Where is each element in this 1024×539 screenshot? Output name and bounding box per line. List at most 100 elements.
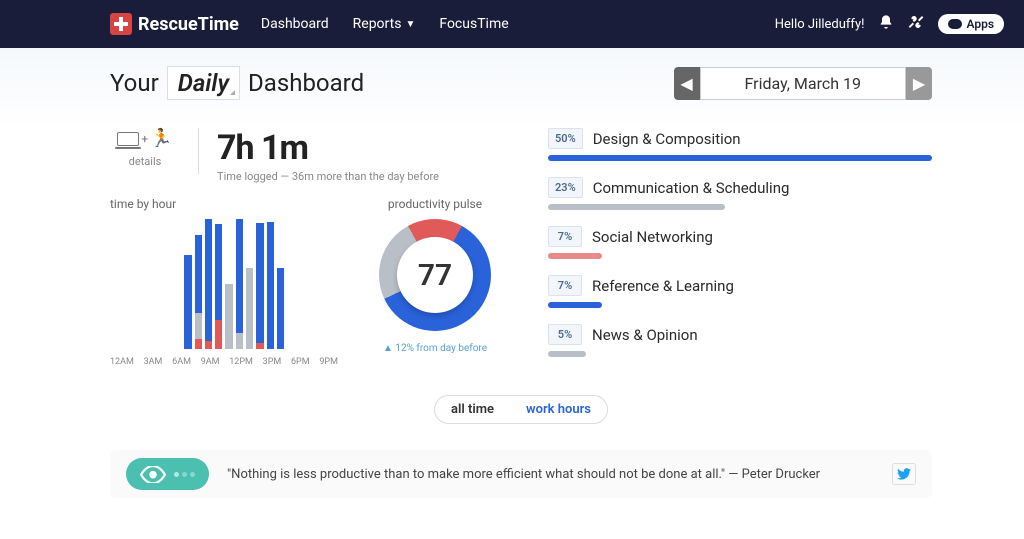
bar-segment-productive	[267, 222, 274, 349]
spotlight-pill[interactable]	[126, 458, 209, 490]
hour-bar[interactable]	[205, 219, 212, 349]
category-row[interactable]: 7%Social Networking	[548, 226, 932, 259]
hour-tick: 12AM	[110, 357, 134, 367]
bar-segment-productive	[205, 219, 212, 341]
date-next-button[interactable]: ▶	[906, 67, 932, 100]
hour-bar[interactable]	[122, 219, 129, 349]
hour-bar[interactable]	[329, 219, 336, 349]
brand-name: RescueTime	[138, 14, 239, 35]
date-label[interactable]: Friday, March 19	[700, 67, 907, 100]
apps-button[interactable]: Apps	[938, 14, 1004, 34]
date-prev-button[interactable]: ◀	[674, 67, 700, 100]
hour-bar[interactable]	[256, 219, 263, 349]
bar-segment-neutral	[195, 313, 202, 339]
bar-segment-distracting	[215, 320, 222, 349]
total-time: 7h 1m	[217, 128, 439, 168]
category-row[interactable]: 23% Communication & Scheduling	[548, 177, 932, 210]
hour-bar[interactable]	[133, 219, 140, 349]
bar-segment-neutral	[225, 284, 232, 349]
hour-bar[interactable]	[236, 219, 243, 349]
tools-icon[interactable]	[908, 14, 924, 34]
laptop-icon	[117, 132, 139, 146]
category-list: 50%Design & Composition 23% Communication …	[548, 128, 932, 373]
hour-bar[interactable]	[318, 219, 325, 349]
summary-row: + 🏃 details 7h 1m Time logged — 36m more…	[110, 128, 510, 183]
toggle-all-time[interactable]: all time	[435, 396, 510, 423]
bar-segment-productive	[256, 223, 263, 343]
bar-segment-neutral	[236, 333, 243, 349]
content: + 🏃 details 7h 1m Time logged — 36m more…	[110, 128, 932, 373]
hour-bar[interactable]	[215, 219, 222, 349]
left-column: + 🏃 details 7h 1m Time logged — 36m more…	[110, 128, 510, 373]
caret-down-icon: ▼	[405, 19, 415, 30]
time-logged: 7h 1m Time logged — 36m more than the da…	[217, 128, 439, 183]
quote-row: "Nothing is less productive than to make…	[110, 450, 932, 498]
runner-icon: 🏃	[150, 128, 172, 149]
category-bar	[548, 302, 602, 308]
hour-tick: 3AM	[144, 357, 163, 367]
logo-cross-icon	[110, 13, 132, 35]
nav-focustime[interactable]: FocusTime	[439, 16, 508, 32]
pulse-score: 77	[397, 237, 473, 313]
category-bar	[548, 253, 602, 259]
divider	[198, 128, 199, 174]
main-wrap: Your Daily Dashboard ◀ Friday, March 19 …	[0, 48, 1024, 498]
bar-segment-distracting	[256, 343, 263, 350]
hour-bar[interactable]	[246, 219, 253, 349]
category-percent: 7%	[548, 275, 582, 296]
hour-bar[interactable]	[174, 219, 181, 349]
bar-segment-productive	[184, 255, 191, 349]
pulse-delta-text: 12% from day before	[395, 343, 487, 354]
plus-icon: +	[141, 132, 148, 146]
hour-bar[interactable]	[287, 219, 294, 349]
hour-bar[interactable]	[277, 219, 284, 349]
hour-axis: 12AM3AM6AM9AM12PM3PM6PM9PM	[110, 357, 338, 367]
category-row[interactable]: 5%News & Opinion	[548, 324, 932, 357]
hour-bar[interactable]	[308, 219, 315, 349]
hour-bar[interactable]	[267, 219, 274, 349]
date-picker: ◀ Friday, March 19 ▶	[674, 67, 933, 100]
category-percent: 5%	[548, 324, 582, 345]
hour-bar[interactable]	[184, 219, 191, 349]
hour-bar[interactable]	[195, 219, 202, 349]
category-bar	[548, 204, 725, 210]
pulse-label: productivity pulse	[360, 197, 510, 211]
hour-bar[interactable]	[112, 219, 119, 349]
hour-bar[interactable]	[298, 219, 305, 349]
title-row: Your Daily Dashboard ◀ Friday, March 19 …	[110, 66, 932, 100]
category-row[interactable]: 7%Reference & Learning	[548, 275, 932, 308]
tweet-button[interactable]	[892, 463, 916, 485]
top-nav: RescueTime Dashboard Reports ▼ FocusTime…	[0, 0, 1024, 48]
bell-icon[interactable]	[878, 14, 894, 34]
time-subtext: Time logged — 36m more than the day befo…	[217, 170, 439, 183]
bar-segment-productive	[195, 235, 202, 313]
category-percent: 50%	[548, 128, 583, 149]
arrow-up-icon: ▲	[383, 343, 393, 354]
hour-tick: 9AM	[201, 357, 220, 367]
hour-tick: 9PM	[319, 357, 338, 367]
hour-bar[interactable]	[164, 219, 171, 349]
time-filter-toggle: all time work hours	[110, 395, 932, 424]
productivity-pulse: productivity pulse 77 ▲ 12% from day bef…	[360, 197, 510, 367]
hour-bar[interactable]	[143, 219, 150, 349]
category-row[interactable]: 50%Design & Composition	[548, 128, 932, 161]
nav-reports[interactable]: Reports ▼	[353, 16, 416, 32]
title-dashboard: Dashboard	[248, 69, 364, 97]
toggle-work-hours[interactable]: work hours	[510, 396, 607, 423]
details-label: details	[110, 155, 180, 168]
hour-bar[interactable]	[225, 219, 232, 349]
brand[interactable]: RescueTime	[110, 13, 239, 35]
category-name: Communication & Scheduling	[593, 179, 790, 197]
category-percent: 23%	[548, 177, 583, 198]
page-title: Your Daily Dashboard	[110, 66, 364, 100]
hour-bar[interactable]	[153, 219, 160, 349]
bar-segment-productive	[236, 219, 243, 333]
bar-segment-distracting	[205, 341, 212, 349]
dots-icon	[174, 472, 195, 477]
period-selector[interactable]: Daily	[167, 66, 240, 100]
details-link[interactable]: + 🏃 details	[110, 128, 180, 168]
category-bar	[548, 351, 586, 357]
nav-dashboard[interactable]: Dashboard	[261, 16, 329, 32]
bar-segment-neutral	[246, 268, 253, 349]
pulse-donut: 77	[379, 219, 491, 331]
